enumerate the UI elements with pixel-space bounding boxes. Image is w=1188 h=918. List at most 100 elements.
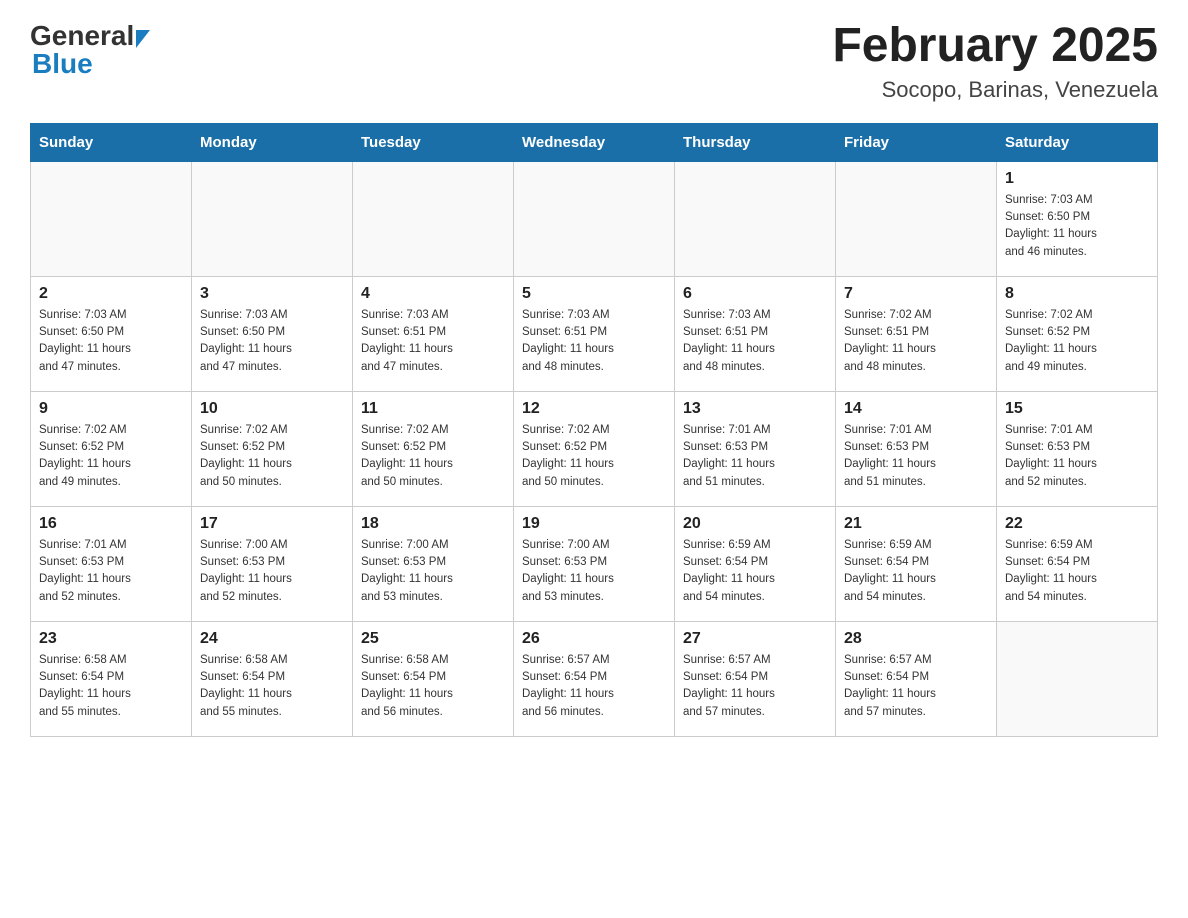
day-cell: 4 Sunrise: 7:03 AM Sunset: 6:51 PM Daylig… <box>353 276 514 391</box>
day-number: 11 <box>361 400 505 418</box>
day-info: Sunrise: 7:02 AM Sunset: 6:52 PM Dayligh… <box>522 422 666 491</box>
day-cell: 23 Sunrise: 6:58 AM Sunset: 6:54 PM Dayli… <box>31 621 192 736</box>
day-cell: 13 Sunrise: 7:01 AM Sunset: 6:53 PM Dayli… <box>675 391 836 506</box>
header-row: Sunday Monday Tuesday Wednesday Thursday… <box>31 123 1158 161</box>
day-number: 4 <box>361 285 505 303</box>
week-row-2: 2 Sunrise: 7:03 AM Sunset: 6:50 PM Daylig… <box>31 276 1158 391</box>
day-cell <box>514 161 675 276</box>
day-number: 12 <box>522 400 666 418</box>
day-number: 21 <box>844 515 988 533</box>
day-number: 24 <box>200 630 344 648</box>
day-cell: 1 Sunrise: 7:03 AM Sunset: 6:50 PM Daylig… <box>997 161 1158 276</box>
title-section: February 2025 Socopo, Barinas, Venezuela <box>832 20 1158 103</box>
day-info: Sunrise: 6:57 AM Sunset: 6:54 PM Dayligh… <box>683 652 827 721</box>
day-cell: 24 Sunrise: 6:58 AM Sunset: 6:54 PM Dayli… <box>192 621 353 736</box>
day-number: 9 <box>39 400 183 418</box>
day-number: 15 <box>1005 400 1149 418</box>
day-cell: 7 Sunrise: 7:02 AM Sunset: 6:51 PM Daylig… <box>836 276 997 391</box>
day-info: Sunrise: 6:59 AM Sunset: 6:54 PM Dayligh… <box>844 537 988 606</box>
day-info: Sunrise: 6:58 AM Sunset: 6:54 PM Dayligh… <box>200 652 344 721</box>
day-cell: 20 Sunrise: 6:59 AM Sunset: 6:54 PM Dayli… <box>675 506 836 621</box>
day-cell: 26 Sunrise: 6:57 AM Sunset: 6:54 PM Dayli… <box>514 621 675 736</box>
day-info: Sunrise: 7:02 AM Sunset: 6:51 PM Dayligh… <box>844 307 988 376</box>
day-cell <box>353 161 514 276</box>
week-row-1: 1 Sunrise: 7:03 AM Sunset: 6:50 PM Daylig… <box>31 161 1158 276</box>
day-number: 14 <box>844 400 988 418</box>
day-cell: 12 Sunrise: 7:02 AM Sunset: 6:52 PM Dayli… <box>514 391 675 506</box>
day-info: Sunrise: 6:59 AM Sunset: 6:54 PM Dayligh… <box>1005 537 1149 606</box>
day-number: 23 <box>39 630 183 648</box>
week-row-4: 16 Sunrise: 7:01 AM Sunset: 6:53 PM Dayli… <box>31 506 1158 621</box>
day-number: 28 <box>844 630 988 648</box>
calendar-header: Sunday Monday Tuesday Wednesday Thursday… <box>31 123 1158 161</box>
day-number: 1 <box>1005 170 1149 188</box>
day-cell: 17Sunrise: 7:00 AM Sunset: 6:53 PM Dayli… <box>192 506 353 621</box>
day-info: Sunrise: 7:03 AM Sunset: 6:50 PM Dayligh… <box>200 307 344 376</box>
day-info: Sunrise: 7:00 AM Sunset: 6:53 PM Dayligh… <box>522 537 666 606</box>
day-number: 25 <box>361 630 505 648</box>
col-friday: Friday <box>836 123 997 161</box>
day-cell: 21 Sunrise: 6:59 AM Sunset: 6:54 PM Dayli… <box>836 506 997 621</box>
day-cell <box>997 621 1158 736</box>
day-info: Sunrise: 7:03 AM Sunset: 6:51 PM Dayligh… <box>361 307 505 376</box>
day-cell <box>836 161 997 276</box>
day-number: 19 <box>522 515 666 533</box>
page-header: General Blue February 2025 Socopo, Barin… <box>30 20 1158 103</box>
day-cell: 25 Sunrise: 6:58 AM Sunset: 6:54 PM Dayli… <box>353 621 514 736</box>
day-info: Sunrise: 7:03 AM Sunset: 6:50 PM Dayligh… <box>1005 192 1149 261</box>
day-cell: 16 Sunrise: 7:01 AM Sunset: 6:53 PM Dayli… <box>31 506 192 621</box>
day-info: Sunrise: 6:57 AM Sunset: 6:54 PM Dayligh… <box>522 652 666 721</box>
calendar-body: 1 Sunrise: 7:03 AM Sunset: 6:50 PM Daylig… <box>31 161 1158 736</box>
day-info: Sunrise: 7:02 AM Sunset: 6:52 PM Dayligh… <box>39 422 183 491</box>
day-number: 20 <box>683 515 827 533</box>
day-number: 18 <box>361 515 505 533</box>
day-number: 8 <box>1005 285 1149 303</box>
day-cell: 9 Sunrise: 7:02 AM Sunset: 6:52 PM Daylig… <box>31 391 192 506</box>
day-number: 16 <box>39 515 183 533</box>
day-info: Sunrise: 7:02 AM Sunset: 6:52 PM Dayligh… <box>1005 307 1149 376</box>
day-number: 27 <box>683 630 827 648</box>
day-info: Sunrise: 7:01 AM Sunset: 6:53 PM Dayligh… <box>844 422 988 491</box>
day-cell <box>675 161 836 276</box>
day-info: Sunrise: 7:02 AM Sunset: 6:52 PM Dayligh… <box>361 422 505 491</box>
col-tuesday: Tuesday <box>353 123 514 161</box>
day-number: 3 <box>200 285 344 303</box>
day-cell: 18 Sunrise: 7:00 AM Sunset: 6:53 PM Dayli… <box>353 506 514 621</box>
day-info: Sunrise: 7:01 AM Sunset: 6:53 PM Dayligh… <box>1005 422 1149 491</box>
col-monday: Monday <box>192 123 353 161</box>
day-info: Sunrise: 6:58 AM Sunset: 6:54 PM Dayligh… <box>39 652 183 721</box>
day-cell: 6Sunrise: 7:03 AM Sunset: 6:51 PM Daylig… <box>675 276 836 391</box>
day-number: 7 <box>844 285 988 303</box>
day-info: Sunrise: 7:01 AM Sunset: 6:53 PM Dayligh… <box>683 422 827 491</box>
day-number: 26 <box>522 630 666 648</box>
day-number: 22 <box>1005 515 1149 533</box>
day-cell: 19 Sunrise: 7:00 AM Sunset: 6:53 PM Dayli… <box>514 506 675 621</box>
day-info: Sunrise: 7:00 AM Sunset: 6:53 PM Dayligh… <box>200 537 344 606</box>
day-number: 13 <box>683 400 827 418</box>
day-cell: 11 Sunrise: 7:02 AM Sunset: 6:52 PM Dayli… <box>353 391 514 506</box>
col-saturday: Saturday <box>997 123 1158 161</box>
day-cell: 14 Sunrise: 7:01 AM Sunset: 6:53 PM Dayli… <box>836 391 997 506</box>
day-info: Sunrise: 7:01 AM Sunset: 6:53 PM Dayligh… <box>39 537 183 606</box>
day-cell: 3 Sunrise: 7:03 AM Sunset: 6:50 PM Daylig… <box>192 276 353 391</box>
day-info: Sunrise: 7:03 AM Sunset: 6:50 PM Dayligh… <box>39 307 183 376</box>
day-number: 5 <box>522 285 666 303</box>
day-cell: 15 Sunrise: 7:01 AM Sunset: 6:53 PM Dayli… <box>997 391 1158 506</box>
month-title: February 2025 <box>832 20 1158 73</box>
day-info: Sunrise: 6:59 AM Sunset: 6:54 PM Dayligh… <box>683 537 827 606</box>
day-cell: 28 Sunrise: 6:57 AM Sunset: 6:54 PM Dayli… <box>836 621 997 736</box>
day-info: Sunrise: 6:58 AM Sunset: 6:54 PM Dayligh… <box>361 652 505 721</box>
day-number: 2 <box>39 285 183 303</box>
day-info: Sunrise: 6:57 AM Sunset: 6:54 PM Dayligh… <box>844 652 988 721</box>
day-info: Sunrise: 7:03 AM Sunset: 6:51 PM Dayligh… <box>522 307 666 376</box>
day-cell: 27 Sunrise: 6:57 AM Sunset: 6:54 PM Dayli… <box>675 621 836 736</box>
day-info: Sunrise: 7:02 AM Sunset: 6:52 PM Dayligh… <box>200 422 344 491</box>
col-thursday: Thursday <box>675 123 836 161</box>
day-number: 6 <box>683 285 827 303</box>
day-cell: 22 Sunrise: 6:59 AM Sunset: 6:54 PM Dayli… <box>997 506 1158 621</box>
day-info: Sunrise: 7:00 AM Sunset: 6:53 PM Dayligh… <box>361 537 505 606</box>
day-cell: 2 Sunrise: 7:03 AM Sunset: 6:50 PM Daylig… <box>31 276 192 391</box>
week-row-5: 23 Sunrise: 6:58 AM Sunset: 6:54 PM Dayli… <box>31 621 1158 736</box>
day-cell <box>31 161 192 276</box>
week-row-3: 9 Sunrise: 7:02 AM Sunset: 6:52 PM Daylig… <box>31 391 1158 506</box>
